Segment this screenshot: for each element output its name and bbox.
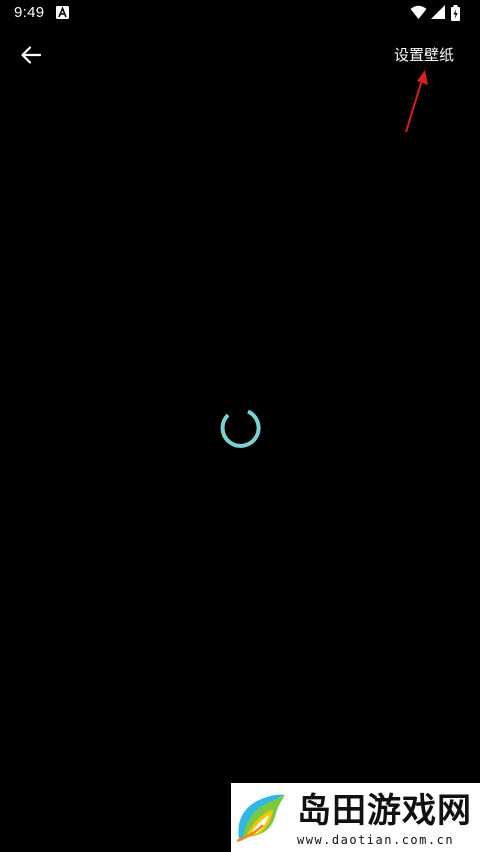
status-icons [410, 5, 466, 21]
watermark-url: www.daotian.com.cn [297, 833, 455, 847]
annotation-arrow-icon [405, 70, 428, 133]
cell-signal-icon [431, 5, 445, 19]
watermark-title: 岛田游戏网 [297, 791, 472, 831]
daotian-leaf-logo-icon [236, 794, 285, 843]
a-letter-icon [56, 6, 69, 19]
status-bar: 9:49 [0, 0, 480, 26]
battery-icon [451, 5, 460, 21]
arrow-left-icon [21, 46, 41, 64]
watermark: 岛田游戏网 www.daotian.com.cn [231, 783, 480, 852]
wifi-icon [410, 5, 427, 19]
back-button[interactable] [12, 36, 50, 74]
status-time: 9:49 [14, 4, 45, 21]
set-wallpaper-button[interactable]: 设置壁纸 [394, 44, 454, 66]
loading-spinner-icon [220, 409, 261, 448]
